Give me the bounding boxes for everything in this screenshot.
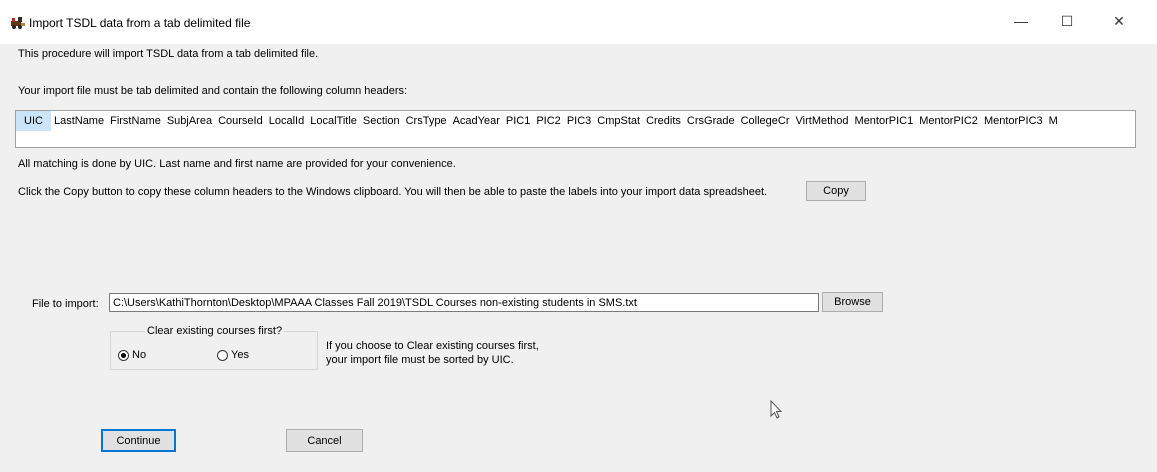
column-header: CrsType (405, 115, 447, 127)
clear-note-line2: your import file must be sorted by UIC. (326, 354, 514, 366)
file-to-import-label: File to import: (32, 298, 99, 310)
matching-note: All matching is done by UIC. Last name a… (18, 158, 456, 170)
cancel-button[interactable]: Cancel (286, 429, 363, 452)
column-header: FirstName (110, 115, 161, 127)
copy-button[interactable]: Copy (806, 181, 866, 201)
browse-button[interactable]: Browse (822, 292, 883, 312)
radio-yes-label: Yes (231, 349, 249, 361)
continue-button[interactable]: Continue (101, 429, 176, 452)
column-header: MentorPIC3 (983, 115, 1043, 127)
column-headers-list[interactable]: UIC LastName FirstName SubjArea CourseId Loca… (15, 110, 1136, 148)
column-headers-instruction: Your import file must be tab delimited a… (18, 85, 408, 97)
radio-yes-indicator[interactable] (217, 349, 228, 361)
column-header: CollegeCr (740, 115, 790, 127)
radio-no-label: No (132, 349, 147, 361)
column-header: VirtMethod (795, 115, 849, 127)
column-headers-row: UIC LastName FirstName SubjArea CourseId Loca… (16, 111, 1135, 131)
radio-no-indicator[interactable] (118, 349, 129, 361)
column-header: UIC (16, 111, 51, 131)
close-button[interactable]: ✕ (1096, 6, 1142, 36)
column-header: AcadYear (452, 115, 500, 127)
minimize-button[interactable]: — (998, 6, 1044, 36)
clear-existing-legend: Clear existing courses first? (145, 325, 285, 337)
maximize-button[interactable]: ☐ (1044, 6, 1090, 36)
column-header: Section (362, 115, 400, 127)
column-header: LocalTitle (310, 115, 357, 127)
window-title: Import TSDL data from a tab delimited fi… (29, 16, 251, 30)
clear-note-line1: If you choose to Clear existing courses … (326, 340, 539, 352)
column-header: LastName (53, 115, 105, 127)
intro-text: This procedure will import TSDL data fro… (18, 48, 319, 60)
column-header: CourseId (218, 115, 263, 127)
radio-yes[interactable]: Yes (217, 349, 249, 361)
copy-instruction: Click the Copy button to copy these colu… (18, 186, 768, 198)
column-header: CrsGrade (686, 115, 735, 127)
mouse-pointer-icon (770, 400, 783, 419)
file-path-input[interactable] (109, 293, 819, 312)
radio-no[interactable]: No (118, 349, 146, 361)
train-icon (11, 17, 25, 29)
title-bar: Import TSDL data from a tab delimited fi… (0, 0, 1157, 44)
column-header: PIC2 (536, 115, 561, 127)
column-header: CmpStat (597, 115, 641, 127)
column-header: MentorPIC1 (854, 115, 914, 127)
column-header: Credits (646, 115, 681, 127)
column-header: PIC3 (566, 115, 592, 127)
column-header: MentorPIC2 (919, 115, 978, 127)
column-header: SubjArea (166, 115, 213, 127)
column-header: LocalId (268, 115, 305, 127)
column-header: M (1048, 115, 1058, 127)
column-header: PIC1 (505, 115, 531, 127)
